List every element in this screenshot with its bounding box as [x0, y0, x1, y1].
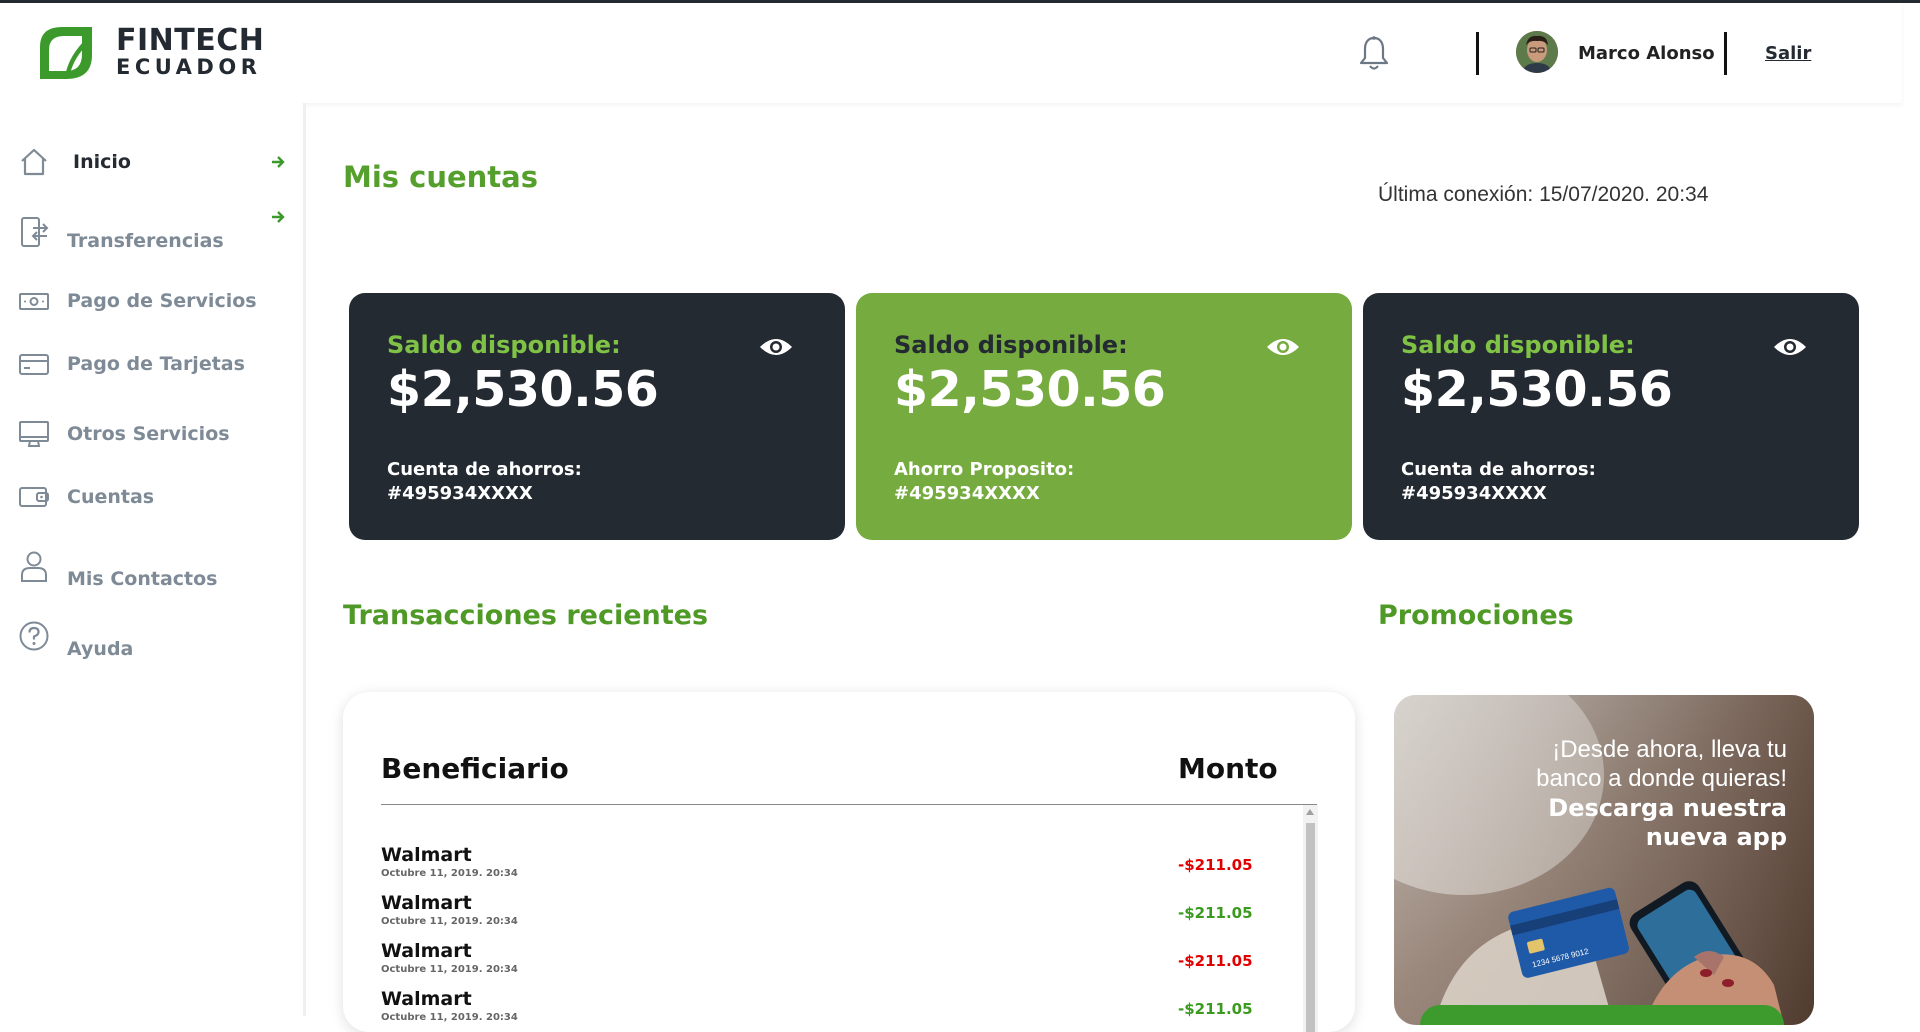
- avatar-photo: [1516, 31, 1558, 73]
- transaction-amount: -$211.05: [1178, 952, 1253, 970]
- transaction-date: Octubre 11, 2019. 20:34: [381, 1012, 518, 1023]
- transaction-date: Octubre 11, 2019. 20:34: [381, 916, 518, 927]
- transaction-name: Walmart: [381, 940, 472, 962]
- column-header-amount: Monto: [1178, 752, 1278, 785]
- promo-line: Descarga nuestra: [1548, 794, 1787, 822]
- promotions-title: Promociones: [1378, 600, 1574, 631]
- promo-cta-text: Descarga nuestra nueva app: [1548, 794, 1787, 852]
- sidebar-item-label: Otros Servicios: [67, 423, 230, 445]
- sidebar-item-cuentas[interactable]: Cuentas: [0, 472, 300, 522]
- wallet-icon: [19, 487, 49, 507]
- transfer-icon: [21, 217, 49, 247]
- transaction-date: Octubre 11, 2019. 20:34: [381, 868, 518, 879]
- sidebar-item-mis-contactos[interactable]: Mis Contactos: [0, 549, 300, 599]
- sidebar-item-inicio[interactable]: Inicio: [0, 137, 300, 187]
- sidebar-item-transferencias[interactable]: Transferencias: [0, 207, 300, 257]
- promo-tagline: ¡Desde ahora, lleva tu banco a donde qui…: [1536, 735, 1787, 793]
- sidebar-item-label: Ayuda: [67, 638, 134, 660]
- arrow-right-icon: [272, 156, 285, 168]
- account-type: Ahorro Proposito:: [894, 459, 1075, 480]
- transaction-name: Walmart: [381, 988, 472, 1010]
- transaction-row[interactable]: Walmart Octubre 11, 2019. 20:34 -$211.05: [381, 844, 1281, 892]
- balance-label: Saldo disponible:: [387, 331, 621, 359]
- transaction-date: Octubre 11, 2019. 20:34: [381, 964, 518, 975]
- balance-label: Saldo disponible:: [1401, 331, 1635, 359]
- transaction-name: Walmart: [381, 892, 472, 914]
- brand-line1: FINTECH: [116, 23, 265, 58]
- account-card[interactable]: Saldo disponible: $2,530.56 Cuenta de ah…: [349, 293, 845, 540]
- leaf-logo-icon: [40, 27, 92, 79]
- home-icon: [21, 148, 47, 176]
- transaction-amount: -$211.05: [1178, 904, 1253, 922]
- brand-name: FINTECH ECUADOR: [116, 26, 264, 78]
- balance-label: Saldo disponible:: [894, 331, 1128, 359]
- header-divider: [381, 804, 1317, 805]
- account-number: #495934XXXX: [387, 483, 533, 504]
- sidebar: Inicio Transferencias Pago de Servicios …: [0, 103, 306, 1016]
- transaction-name: Walmart: [381, 844, 472, 866]
- account-card[interactable]: Saldo disponible: $2,530.56 Ahorro Propo…: [856, 293, 1352, 540]
- sidebar-item-ayuda[interactable]: Ayuda: [0, 619, 300, 669]
- logout-link[interactable]: Salir: [1765, 43, 1811, 64]
- user-icon: [21, 551, 47, 582]
- column-header-beneficiary: Beneficiario: [381, 752, 569, 785]
- header-divider: [1724, 32, 1727, 75]
- avatar[interactable]: [1516, 31, 1558, 73]
- page-title: Mis cuentas: [343, 160, 538, 194]
- transaction-amount: -$211.05: [1178, 1000, 1253, 1018]
- account-card[interactable]: Saldo disponible: $2,530.56 Cuenta de ah…: [1363, 293, 1859, 540]
- sidebar-item-label: Cuentas: [67, 486, 155, 508]
- eye-icon[interactable]: [1266, 335, 1300, 359]
- help-icon: [19, 621, 49, 651]
- sidebar-item-label: Transferencias: [67, 230, 224, 252]
- last-connection: Última conexión: 15/07/2020. 20:34: [1378, 183, 1709, 206]
- account-number: #495934XXXX: [894, 483, 1040, 504]
- balance-amount: $2,530.56: [894, 361, 1166, 418]
- transactions-scrollbar[interactable]: [1303, 805, 1318, 1032]
- transaction-row[interactable]: Walmart Octubre 11, 2019. 20:34 -$211.05: [381, 988, 1281, 1032]
- promo-banner[interactable]: 1234 5678 9012 ¡Desde ahora, lleva tu ba…: [1394, 695, 1814, 1025]
- monitor-icon: [19, 421, 49, 447]
- promo-download-button[interactable]: [1420, 1005, 1784, 1025]
- sidebar-item-pago-tarjetas[interactable]: Pago de Tarjetas: [0, 339, 300, 389]
- sidebar-item-label: Inicio: [73, 151, 131, 173]
- promo-line: banco a donde quieras!: [1536, 765, 1787, 792]
- transactions-panel: Beneficiario Monto Walmart Octubre 11, 2…: [343, 692, 1355, 1032]
- card-icon: [19, 354, 49, 375]
- sidebar-item-otros-servicios[interactable]: Otros Servicios: [0, 409, 300, 459]
- account-type: Cuenta de ahorros:: [387, 459, 582, 480]
- brand-logo[interactable]: FINTECH ECUADOR: [36, 23, 264, 81]
- transaction-amount: -$211.05: [1178, 856, 1253, 874]
- sidebar-item-pago-servicios[interactable]: Pago de Servicios: [0, 276, 300, 326]
- eye-icon[interactable]: [1773, 335, 1807, 359]
- top-header: FINTECH ECUADOR Marco Alonso Salir: [0, 3, 1902, 103]
- bill-icon: [19, 293, 49, 310]
- balance-amount: $2,530.56: [1401, 361, 1673, 418]
- sidebar-item-label: Mis Contactos: [67, 568, 218, 590]
- user-name[interactable]: Marco Alonso: [1578, 43, 1715, 64]
- promo-line: ¡Desde ahora, lleva tu: [1552, 736, 1787, 763]
- arrow-right-icon: [272, 211, 285, 223]
- brand-line2: ECUADOR: [116, 55, 262, 79]
- sidebar-item-label: Pago de Tarjetas: [67, 353, 245, 375]
- bell-icon[interactable]: [1358, 35, 1390, 71]
- scroll-up-icon[interactable]: [1306, 809, 1314, 815]
- transaction-row[interactable]: Walmart Octubre 11, 2019. 20:34 -$211.05: [381, 940, 1281, 988]
- transaction-row[interactable]: Walmart Octubre 11, 2019. 20:34 -$211.05: [381, 892, 1281, 940]
- balance-amount: $2,530.56: [387, 361, 659, 418]
- header-divider: [1476, 32, 1479, 75]
- eye-icon[interactable]: [759, 335, 793, 359]
- scroll-thumb[interactable]: [1306, 823, 1315, 1032]
- account-type: Cuenta de ahorros:: [1401, 459, 1596, 480]
- transactions-title: Transacciones recientes: [343, 600, 709, 631]
- account-number: #495934XXXX: [1401, 483, 1547, 504]
- sidebar-item-label: Pago de Servicios: [67, 290, 257, 312]
- promo-line: nueva app: [1645, 823, 1787, 851]
